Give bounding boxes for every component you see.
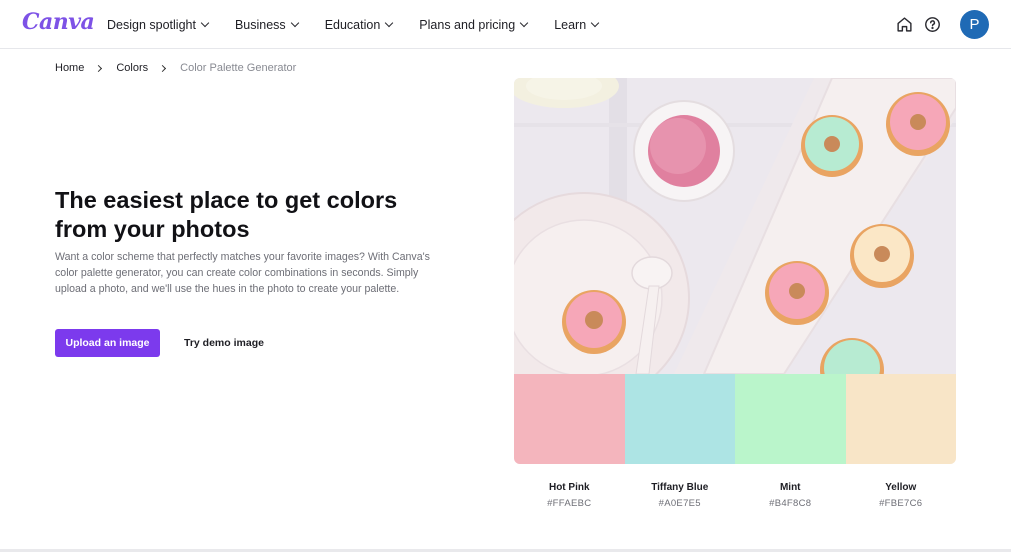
page-description: Want a color scheme that perfectly match… [55,251,430,295]
palette-label-yellow: Yellow #FBE7C6 [846,482,957,509]
donut-photo [514,78,956,374]
avatar[interactable]: P [960,10,989,39]
palette-labels: Hot Pink #FFAEBC Tiffany Blue #A0E7E5 Mi… [514,482,956,509]
chevron-right-icon [95,64,103,72]
breadcrumb-current: Color Palette Generator [180,62,297,74]
home-icon [896,17,912,32]
page: Canva Design spotlight Business Educatio… [0,0,1011,552]
avatar-initial: P [969,16,980,33]
nav-label: Learn [554,17,587,32]
chevron-down-icon [519,18,529,28]
palette-label-hot-pink: Hot Pink #FFAEBC [514,482,625,509]
page-title: The easiest place to get colors from you… [55,187,398,242]
nav-business[interactable]: Business [234,17,299,32]
swatch-tiffany-blue[interactable] [624,374,735,464]
color-hex: #FFAEBC [547,498,592,509]
chevron-right-icon [159,64,167,72]
nav-education[interactable]: Education [324,17,394,32]
color-hex: #FBE7C6 [879,498,923,509]
color-hex: #A0E7E5 [658,498,701,509]
color-hex: #B4F8C8 [769,498,812,509]
color-name: Mint [779,482,801,493]
palette-preview-card [514,78,956,464]
upload-image-button[interactable]: Upload an image [55,329,160,357]
color-name: Hot Pink [548,482,590,493]
header-actions: P [890,10,989,39]
breadcrumb-home[interactable]: Home [55,62,84,74]
chevron-down-icon [385,18,394,28]
palette-label-mint: Mint #B4F8C8 [735,482,846,509]
logo-text: Canva [22,9,95,35]
breadcrumb-colors[interactable]: Colors [116,62,148,74]
chevron-down-icon [200,18,210,28]
swatch-mint[interactable] [735,374,846,464]
nav-learn[interactable]: Learn [554,17,600,32]
nav-plans-pricing[interactable]: Plans and pricing [419,17,529,32]
canva-logo[interactable]: Canva [22,9,95,35]
nav-label: Business [234,17,286,32]
swatch-hot-pink[interactable] [514,374,625,464]
home-button[interactable] [890,11,918,39]
nav-label: Plans and pricing [419,17,516,32]
chevron-down-icon [590,18,600,28]
main-menu: Design spotlight Business Education Plan… [107,0,625,49]
top-navigation: Canva Design spotlight Business Educatio… [0,0,1011,49]
palette-swatches [514,374,956,464]
help-icon [924,17,940,32]
nav-label: Design spotlight [107,17,196,32]
nav-label: Education [324,17,381,32]
try-demo-image-button[interactable]: Try demo image [178,329,270,357]
color-name: Yellow [885,482,917,493]
help-button[interactable] [918,11,946,39]
breadcrumb: Home Colors Color Palette Generator [55,62,296,74]
swatch-yellow[interactable] [845,374,956,464]
color-name: Tiffany Blue [651,482,709,493]
nav-design-spotlight[interactable]: Design spotlight [107,17,210,32]
palette-label-tiffany-blue: Tiffany Blue #A0E7E5 [625,482,736,509]
chevron-down-icon [290,18,299,28]
